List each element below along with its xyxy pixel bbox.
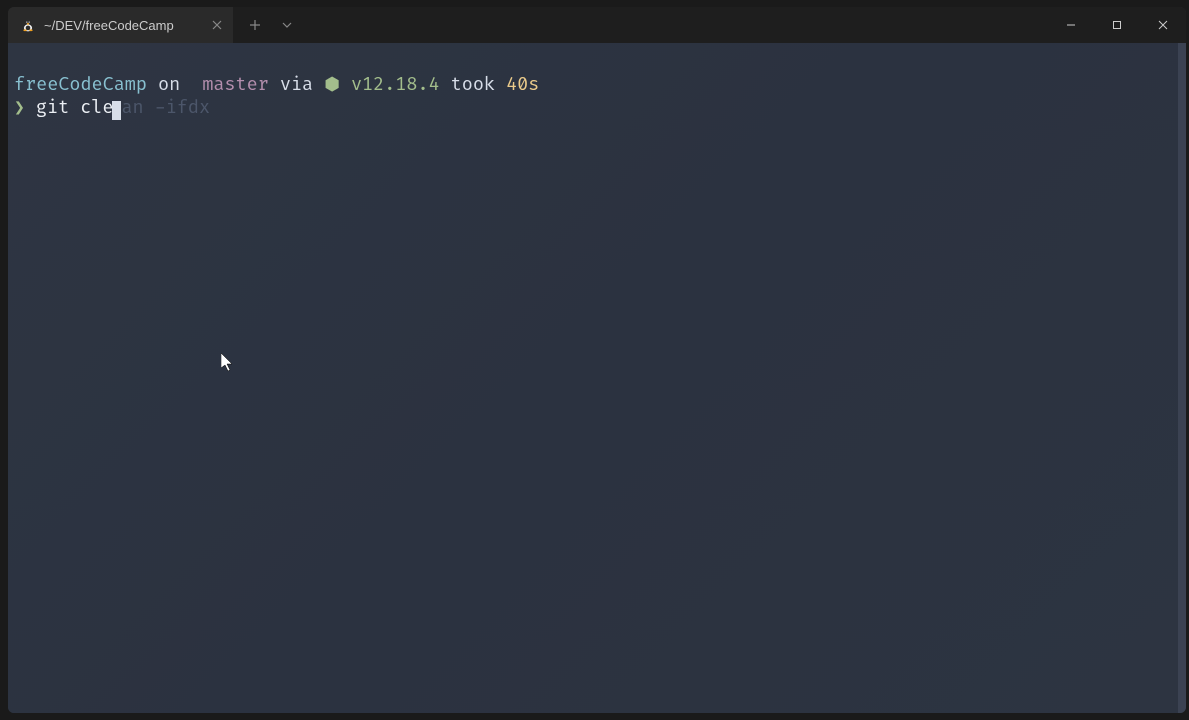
- command-autosuggestion: an -ifdx: [121, 96, 210, 119]
- prompt-command-line: ❯ git cle an -ifdx: [14, 96, 1180, 119]
- tux-icon: [20, 17, 36, 33]
- close-tab-button[interactable]: [209, 17, 225, 33]
- scrollbar[interactable]: [1178, 43, 1186, 713]
- maximize-button[interactable]: [1094, 7, 1140, 43]
- prompt-via-label: via: [269, 73, 324, 96]
- tab-actions: [233, 7, 301, 43]
- tab-dropdown-button[interactable]: [273, 11, 301, 39]
- tabs-area: ~/DEV/freeCodeCamp: [8, 7, 301, 43]
- prompt-context-line: freeCodeCamp on master via ⬢ v12.18.4 to…: [14, 73, 1180, 96]
- titlebar: ~/DEV/freeCodeCamp: [8, 7, 1186, 43]
- prompt-on-label: on: [147, 73, 191, 96]
- terminal-tab[interactable]: ~/DEV/freeCodeCamp: [8, 7, 233, 43]
- terminal-body[interactable]: freeCodeCamp on master via ⬢ v12.18.4 to…: [8, 43, 1186, 713]
- new-tab-button[interactable]: [241, 11, 269, 39]
- prompt-directory: freeCodeCamp: [14, 73, 147, 96]
- prompt-node-version: v12.18.4: [340, 73, 440, 96]
- mouse-cursor-icon: [221, 353, 235, 379]
- node-icon: ⬢: [324, 73, 340, 96]
- command-typed: git cle: [25, 96, 114, 119]
- close-window-button[interactable]: [1140, 7, 1186, 43]
- tab-title: ~/DEV/freeCodeCamp: [44, 18, 201, 33]
- prompt-arrow-icon: ❯: [14, 96, 25, 119]
- minimize-button[interactable]: [1048, 7, 1094, 43]
- text-cursor: [112, 101, 121, 120]
- prompt-duration: 40s: [506, 73, 539, 96]
- window-controls: [1048, 7, 1186, 43]
- prompt-took-label: took: [440, 73, 506, 96]
- prompt-branch: master: [191, 73, 269, 96]
- terminal-window: ~/DEV/freeCodeCamp: [8, 7, 1186, 713]
